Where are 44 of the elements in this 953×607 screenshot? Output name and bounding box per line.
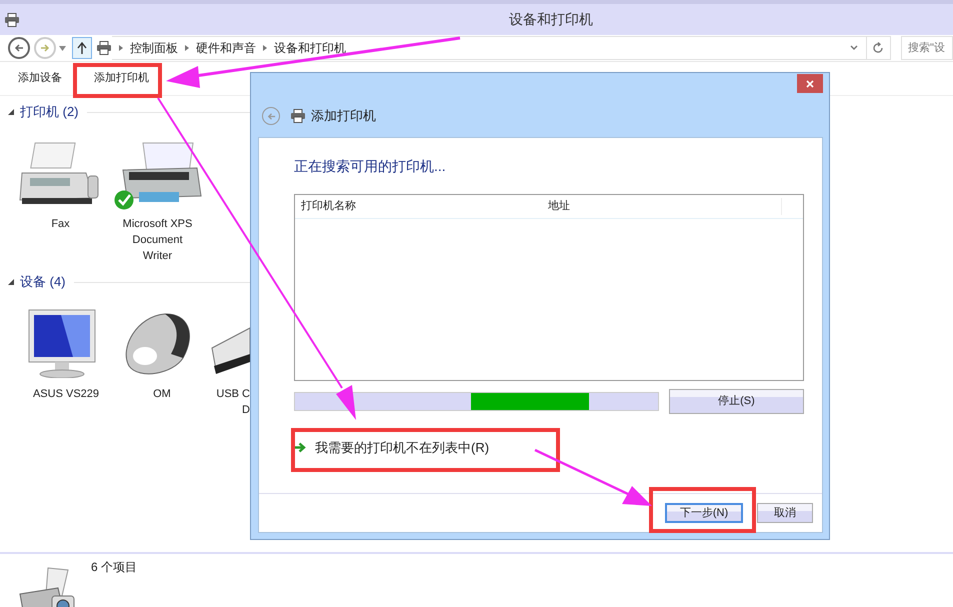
chevron-down-icon[interactable] [850,45,858,51]
chevron-right-icon[interactable] [119,45,123,51]
up-button[interactable] [72,37,92,59]
device-label[interactable]: USB C D [216,386,250,418]
dialog-button[interactable]: 取消 [757,503,813,523]
collapse-triangle-icon[interactable] [8,109,14,115]
breadcrumb-item[interactable]: 设备和打印机 [274,39,346,57]
up-arrow-icon [77,42,87,54]
refresh-icon[interactable] [873,42,884,54]
column-header[interactable]: 打印机名称 [295,198,542,215]
back-arrow-icon [266,112,276,120]
printer-icon [96,41,112,55]
column-header[interactable]: 地址 [542,198,782,215]
breadcrumb-item[interactable]: 硬件和声音 [196,39,256,57]
collapse-triangle-icon[interactable] [8,279,14,285]
breadcrumb-item[interactable]: 控制面板 [130,39,178,57]
check-badge-icon [114,190,134,210]
group-heading[interactable]: 打印机 (2) [20,102,78,122]
printer-icon [4,12,20,26]
close-button[interactable] [797,74,823,93]
toolbar-button[interactable]: 添加设备 [11,67,69,90]
toolbar-button[interactable]: 添加打印机 [87,67,156,90]
arrow-right-icon [294,442,306,454]
window-title: 设备和打印机 [509,10,593,29]
search-field[interactable]: 搜索"设 [901,36,953,60]
device-label[interactable]: Microsoft XPS Document Writer [122,216,192,264]
forward-arrow-icon [40,43,50,53]
device-label[interactable]: ASUS VS229 [32,386,100,402]
stop-button[interactable]: 停止(S) [668,389,804,414]
chevron-right-icon[interactable] [185,45,189,51]
printer-not-listed-link[interactable]: 我需要的打印机不在列表中(R) [315,438,490,458]
item-count: 6 个项目 [91,559,138,576]
back-arrow-icon [14,43,24,53]
back-button[interactable] [8,37,30,59]
dialog-button[interactable]: 下一步(N) [665,503,743,523]
group-heading[interactable]: 设备 (4) [20,272,66,292]
printer-icon [290,109,306,123]
device-label[interactable]: OM [153,386,171,402]
device-label[interactable]: Fax [51,216,70,232]
close-icon [806,80,814,88]
chevron-right-icon[interactable] [263,45,267,51]
dialog-title: 添加打印机 [311,107,376,126]
dropdown-caret-icon[interactable] [59,46,66,50]
dialog-heading: 正在搜索可用的打印机... [294,157,447,176]
